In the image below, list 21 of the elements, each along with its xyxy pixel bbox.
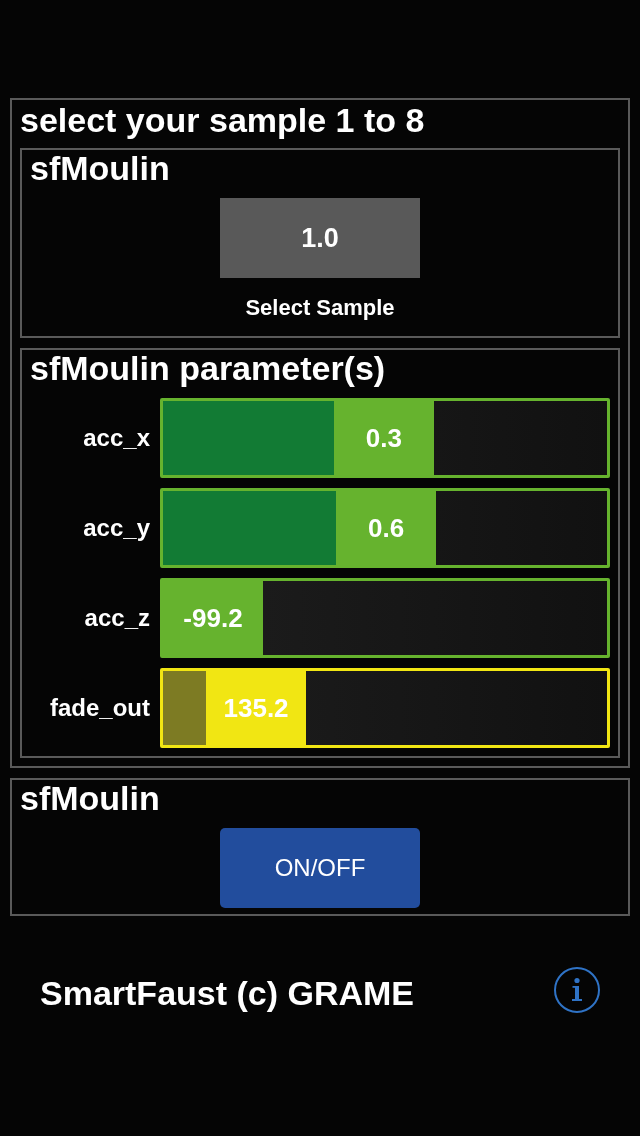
select-sample-caption: Select Sample <box>245 295 395 321</box>
slider-label: acc_x <box>83 423 150 453</box>
slider-label: fade_out <box>50 693 150 723</box>
slider-track[interactable]: 0.6 <box>160 488 610 568</box>
credit-text: SmartFaust (c) GRAME <box>40 973 415 1013</box>
slider-thumb[interactable]: 0.3 <box>333 401 434 475</box>
info-icon[interactable] <box>554 967 600 1013</box>
slider-track[interactable]: -99.2 <box>160 578 610 658</box>
panel-title: select your sample 1 to 8 <box>20 100 425 140</box>
on-off-button[interactable]: ON/OFF <box>220 828 420 908</box>
slider-label: acc_z <box>84 603 150 633</box>
slider-label: acc_y <box>83 513 150 543</box>
panel-title: sfMoulin <box>20 780 160 816</box>
group-title: sfMoulin <box>30 150 170 186</box>
slider-thumb[interactable]: 135.2 <box>206 671 307 745</box>
slider-track[interactable]: 135.2 <box>160 668 610 748</box>
slider-thumb[interactable]: 0.6 <box>336 491 437 565</box>
sample-number-button[interactable]: 1.0 <box>220 198 420 278</box>
group-title: sfMoulin parameter(s) <box>30 350 386 386</box>
slider-track[interactable]: 0.3 <box>160 398 610 478</box>
slider-thumb[interactable]: -99.2 <box>163 581 263 655</box>
